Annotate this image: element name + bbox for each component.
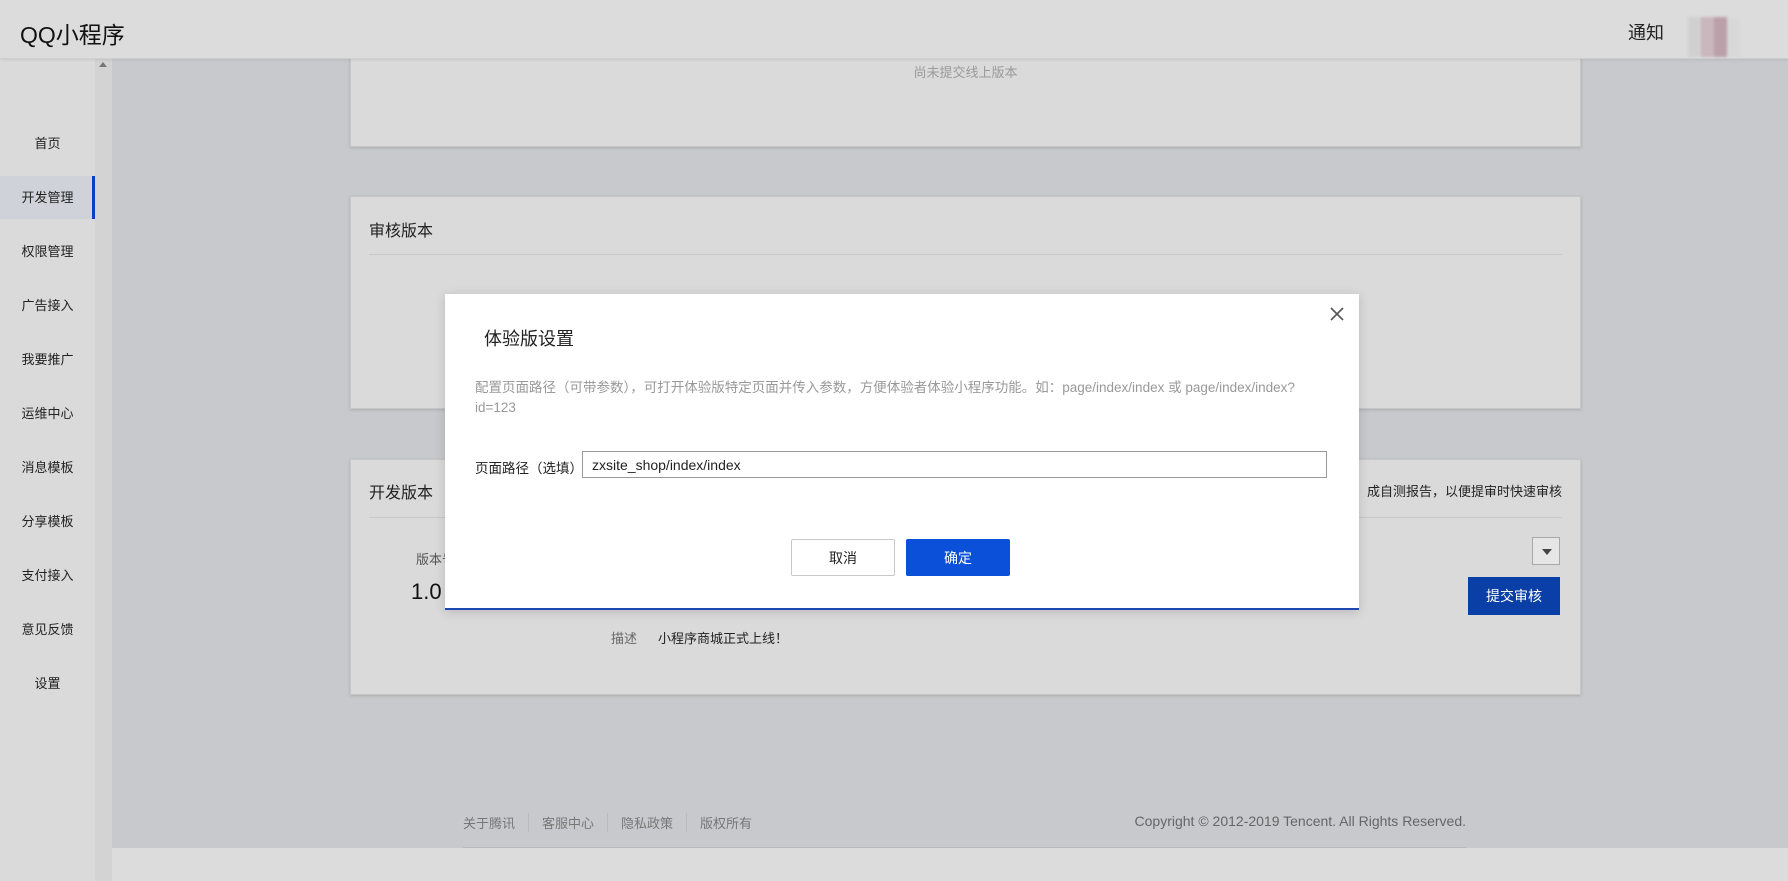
sidebar-item-ads[interactable]: 广告接入	[0, 284, 95, 327]
scroll-up-arrow-icon[interactable]	[99, 62, 107, 67]
description-label: 描述	[611, 631, 638, 646]
experience-version-modal: 体验版设置 配置页面路径（可带参数），可打开体验版特定页面并传入参数，方便体验者…	[445, 294, 1359, 610]
footer-link-about[interactable]: 关于腾讯	[463, 813, 530, 832]
footer: 关于腾讯 客服中心 隐私政策 版权所有 Copyright © 2012-2019 T…	[463, 813, 1466, 832]
sidebar-item-ops-center[interactable]: 运维中心	[0, 392, 95, 435]
submit-review-button[interactable]: 提交审核	[1468, 577, 1560, 615]
sidebar-scrollbar[interactable]	[95, 58, 112, 881]
dev-version-hint: 成自测报告，以便提审时快速审核	[1366, 484, 1562, 499]
description-value: 小程序商城正式上线！	[658, 631, 789, 646]
footer-link-privacy[interactable]: 隐私政策	[608, 813, 688, 832]
footer-link-copyright[interactable]: 版权所有	[687, 813, 765, 832]
sidebar: 首页 开发管理 权限管理 广告接入 我要推广 运维中心 消息模板 分享模板 支付…	[0, 58, 96, 881]
cancel-button[interactable]: 取消	[791, 539, 895, 576]
online-version-card: 尚未提交线上版本	[350, 52, 1581, 147]
divider	[369, 254, 1562, 255]
sidebar-item-home[interactable]: 首页	[0, 122, 95, 165]
page-path-input[interactable]	[582, 451, 1327, 478]
brand-title[interactable]: QQ小程序	[20, 16, 125, 50]
modal-description: 配置页面路径（可带参数），可打开体验版特定页面并传入参数，方便体验者体验小程序功…	[475, 380, 1295, 415]
avatar[interactable]	[1688, 17, 1740, 57]
top-bar: QQ小程序 通知	[0, 0, 1788, 59]
page-path-label: 页面路径（选填）	[475, 461, 583, 476]
close-icon[interactable]	[1327, 304, 1347, 324]
sidebar-item-share-templates[interactable]: 分享模板	[0, 500, 95, 543]
version-dropdown-button[interactable]	[1532, 537, 1560, 565]
notification-link[interactable]: 通知	[1628, 19, 1664, 45]
online-version-empty-text: 尚未提交线上版本	[913, 65, 1018, 80]
sidebar-item-message-templates[interactable]: 消息模板	[0, 446, 95, 489]
dev-version-title: 开发版本	[369, 485, 434, 502]
sidebar-item-payment[interactable]: 支付接入	[0, 554, 95, 597]
copyright-text: Copyright © 2012-2019 Tencent. All Right…	[1134, 813, 1466, 829]
sidebar-item-promotion[interactable]: 我要推广	[0, 338, 95, 381]
bottom-strip	[112, 848, 1788, 881]
sidebar-item-settings[interactable]: 设置	[0, 662, 95, 705]
confirm-button[interactable]: 确定	[906, 539, 1010, 576]
review-version-title: 审核版本	[369, 223, 434, 240]
version-value: 1.0	[411, 579, 442, 604]
modal-title: 体验版设置	[484, 329, 574, 349]
sidebar-item-dev-management[interactable]: 开发管理	[0, 176, 95, 219]
sidebar-item-permissions[interactable]: 权限管理	[0, 230, 95, 273]
sidebar-item-feedback[interactable]: 意见反馈	[0, 608, 95, 651]
footer-link-support[interactable]: 客服中心	[529, 813, 609, 832]
